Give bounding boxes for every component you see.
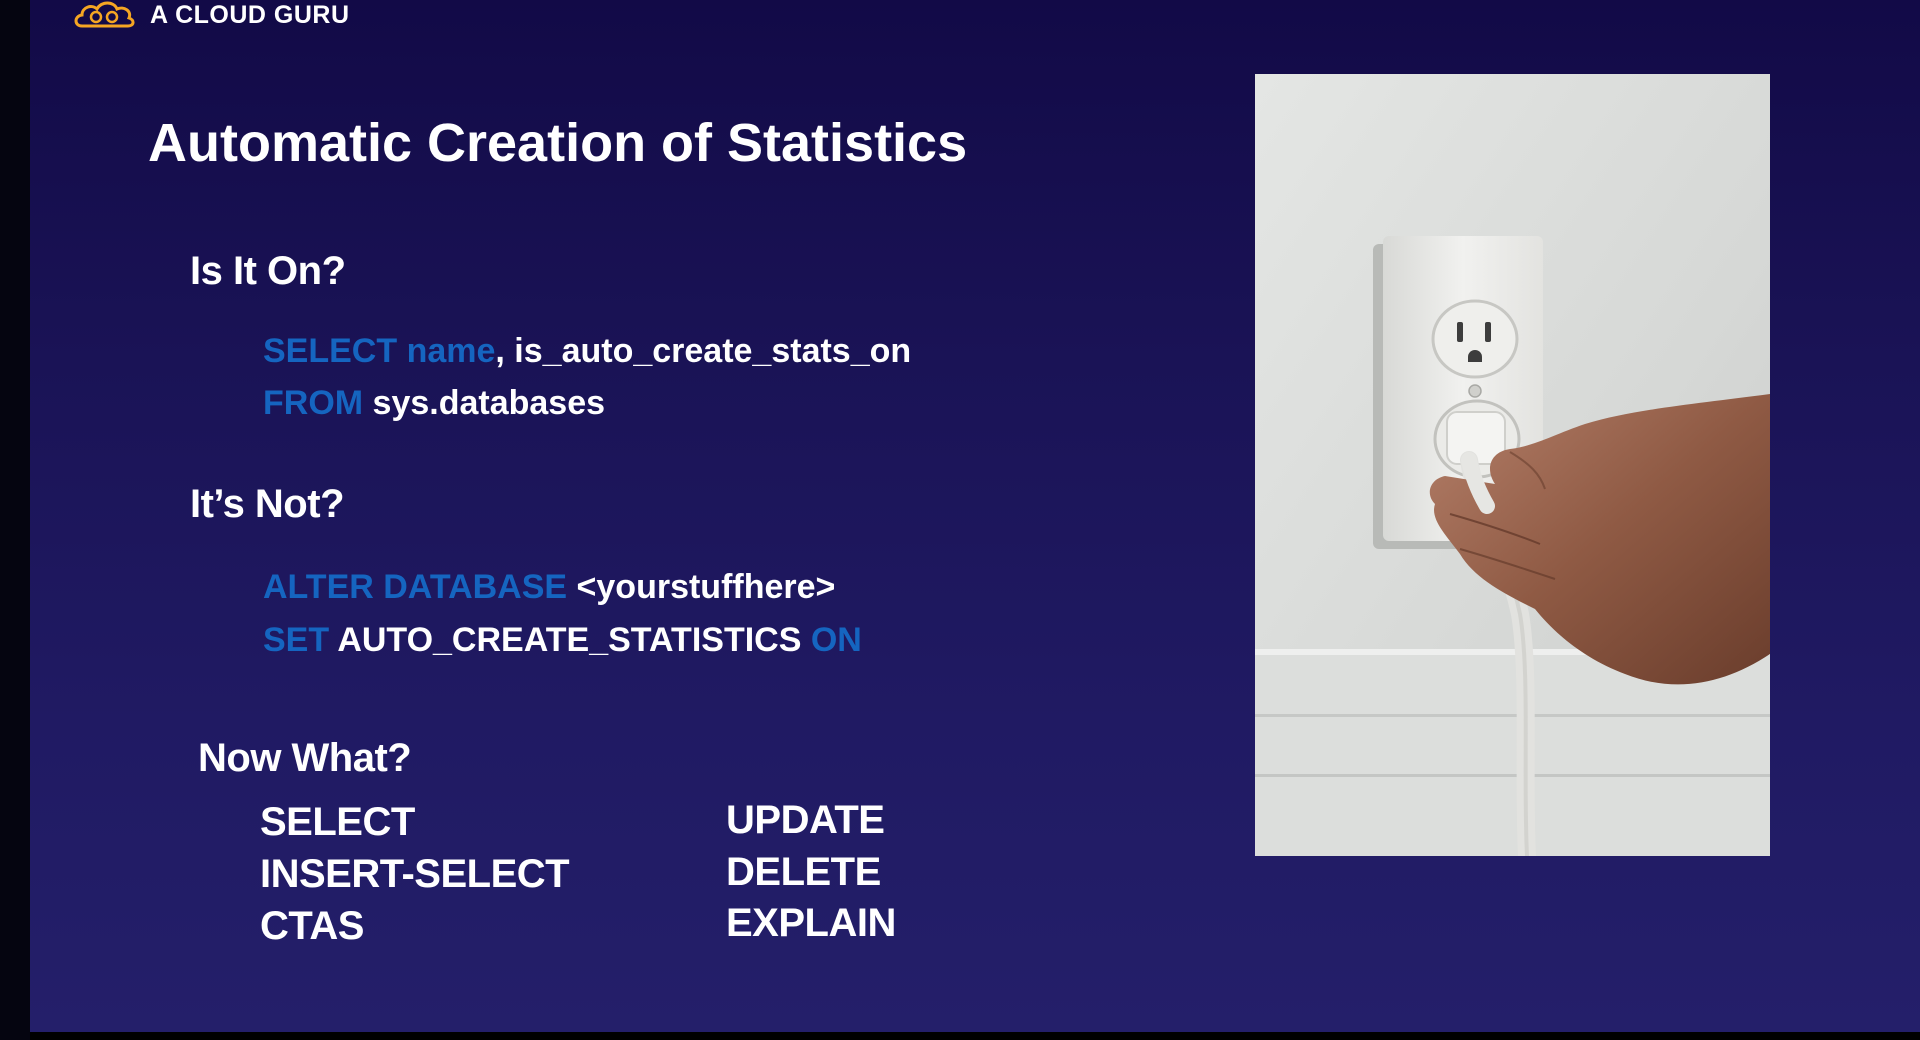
from-table: sys.databases bbox=[372, 384, 606, 422]
list-item-right: EXPLAIN bbox=[726, 901, 896, 945]
list-item-right: DELETE bbox=[726, 850, 881, 894]
option-name: AUTO_CREATE_STATISTICS bbox=[337, 621, 802, 659]
database-placeholder: <yourstuffhere> bbox=[576, 568, 836, 606]
list-item-right: UPDATE bbox=[726, 798, 885, 842]
screen-left-edge bbox=[0, 0, 30, 1040]
section-heading-now-what: Now What? bbox=[198, 736, 412, 780]
code-line-alter: ALTER DATABASE <yourstuffhere> bbox=[263, 568, 835, 607]
select-columns: , is_auto_create_stats_on bbox=[495, 332, 912, 370]
keyword-select: SELECT bbox=[263, 332, 398, 370]
keyword-on: ON bbox=[810, 621, 862, 659]
code-line-set: SET AUTO_CREATE_STATISTICS ON bbox=[263, 621, 862, 660]
list-item-left: SELECT bbox=[260, 800, 415, 844]
presentation-slide: A CLOUD GURU Automatic Creation of Stati… bbox=[30, 0, 1920, 1032]
keyword-alter-database: ALTER DATABASE bbox=[263, 568, 568, 606]
keyword-name: name bbox=[406, 332, 496, 370]
list-item-left: INSERT-SELECT bbox=[260, 852, 570, 896]
code-line-from: FROM sys.databases bbox=[263, 384, 605, 423]
code-line-select: SELECT name, is_auto_create_stats_on bbox=[263, 332, 911, 371]
brand-name: A CLOUD GURU bbox=[150, 0, 350, 29]
keyword-from: FROM bbox=[263, 384, 364, 422]
section-heading-its-not: It’s Not? bbox=[190, 482, 345, 526]
keyword-set: SET bbox=[263, 621, 330, 659]
outlet-photo bbox=[1255, 74, 1770, 856]
slide-title: Automatic Creation of Statistics bbox=[148, 113, 968, 173]
brand-header: A CLOUD GURU bbox=[72, 0, 350, 30]
section-heading-is-it-on: Is It On? bbox=[190, 249, 346, 293]
cloud-logo-icon bbox=[74, 1, 135, 28]
list-item-left: CTAS bbox=[260, 904, 364, 948]
